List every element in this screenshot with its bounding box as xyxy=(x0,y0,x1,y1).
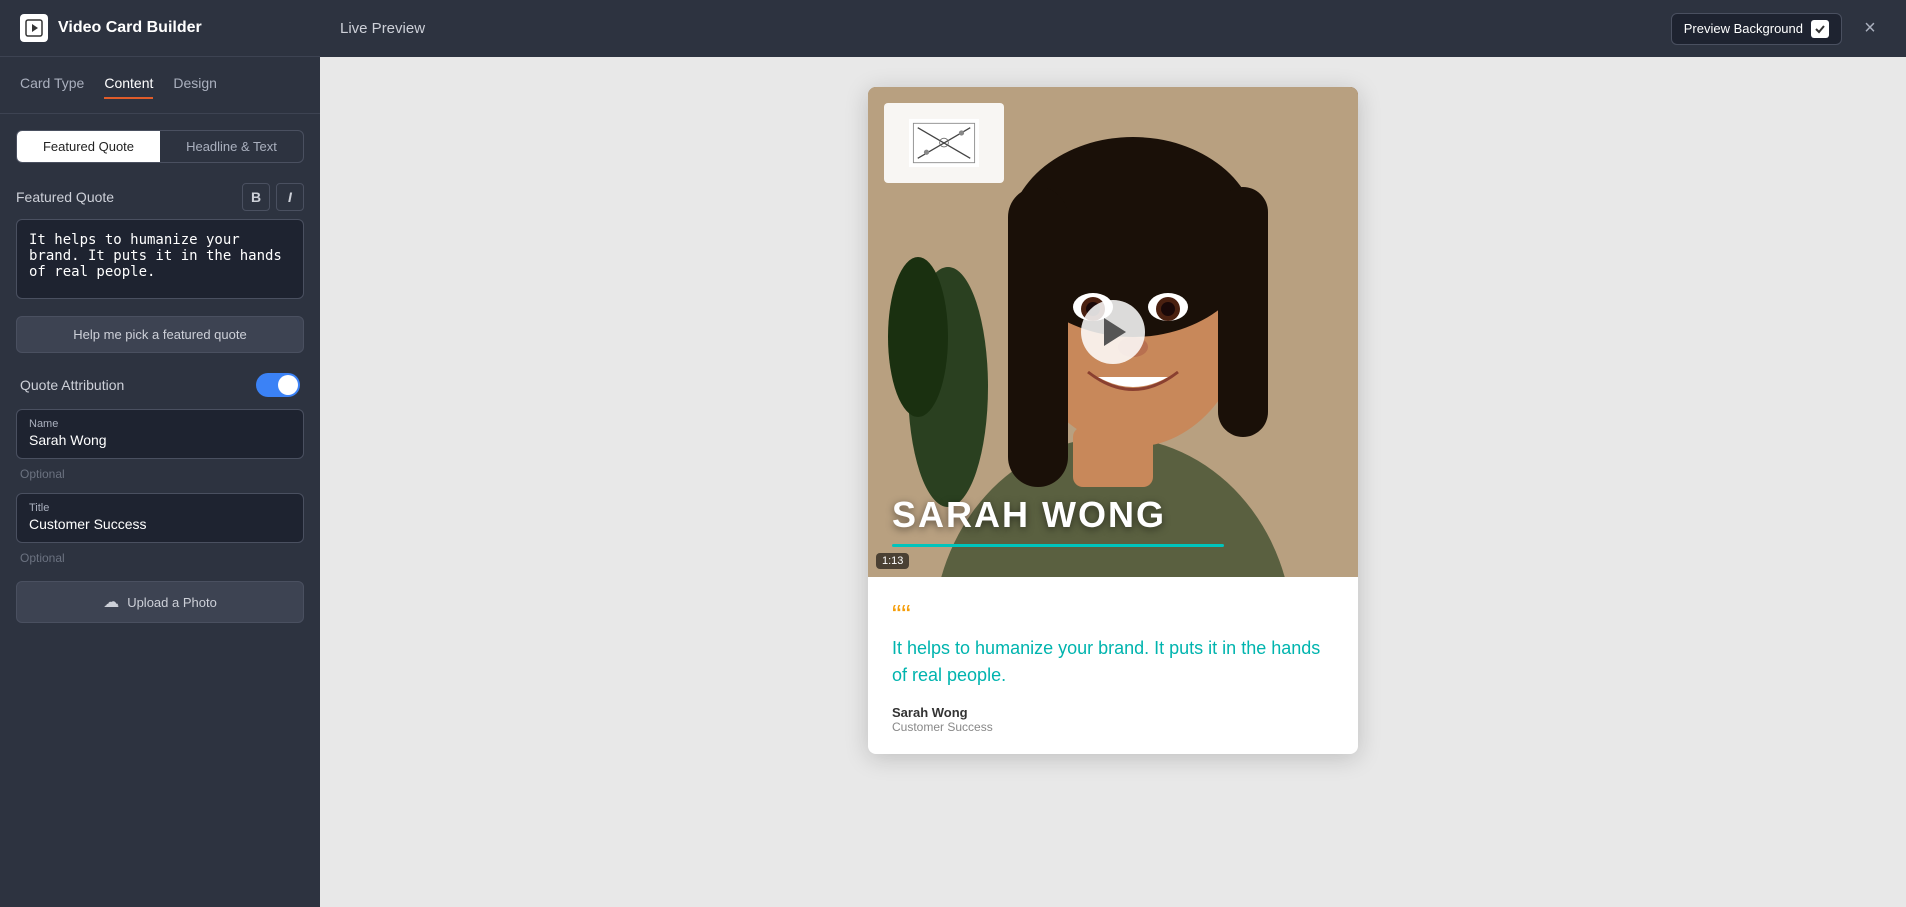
progress-bar xyxy=(892,544,1224,547)
italic-button[interactable]: I xyxy=(276,183,304,211)
preview-bg-label: Preview Background xyxy=(1684,21,1803,36)
app-logo: Video Card Builder xyxy=(20,14,202,42)
preview-bg-checkbox xyxy=(1811,20,1829,38)
name-input[interactable]: Sarah Wong xyxy=(29,432,291,448)
quote-preview-text: It helps to humanize your brand. It puts… xyxy=(892,635,1334,689)
help-quote-button[interactable]: Help me pick a featured quote xyxy=(16,316,304,353)
main-topbar: Live Preview Preview Background × xyxy=(320,0,1906,57)
quote-textarea[interactable]: It helps to humanize your brand. It puts… xyxy=(16,219,304,299)
tab-design[interactable]: Design xyxy=(173,75,217,95)
upload-cloud-icon: ☁ xyxy=(103,592,119,612)
logo-overlay xyxy=(884,103,1004,183)
logo-svg xyxy=(25,19,43,37)
name-input-group: Name Sarah Wong xyxy=(16,409,304,459)
upload-photo-button[interactable]: ☁ Upload a Photo xyxy=(16,581,304,623)
live-preview-label: Live Preview xyxy=(340,20,425,37)
tab-card-type[interactable]: Card Type xyxy=(20,75,84,95)
upload-label: Upload a Photo xyxy=(127,595,217,610)
preview-background-button[interactable]: Preview Background xyxy=(1671,13,1842,45)
tab-content[interactable]: Content xyxy=(104,75,153,95)
segment-bar: Featured Quote Headline & Text xyxy=(16,130,304,163)
checkbox-check-icon xyxy=(1814,23,1826,35)
title-optional-label: Optional xyxy=(20,551,300,565)
title-input[interactable]: Customer Success xyxy=(29,516,291,532)
attribution-name: Sarah Wong xyxy=(892,705,1334,720)
duration-badge: 1:13 xyxy=(876,553,909,569)
quote-attribution-row: Quote Attribution xyxy=(20,373,300,397)
segment-featured-quote[interactable]: Featured Quote xyxy=(17,131,160,162)
app-title: Video Card Builder xyxy=(58,19,202,37)
video-thumbnail: SARAH WONG 1:13 xyxy=(868,87,1358,577)
name-field-label: Name xyxy=(29,418,291,430)
quote-attribution-label: Quote Attribution xyxy=(20,377,124,393)
bold-button[interactable]: B xyxy=(242,183,270,211)
quote-attribution-toggle[interactable] xyxy=(256,373,300,397)
quote-mark: ““ xyxy=(892,601,1334,629)
play-button[interactable] xyxy=(1081,300,1145,364)
quote-card-section: ““ It helps to humanize your brand. It p… xyxy=(868,577,1358,754)
play-triangle-icon xyxy=(1104,318,1126,346)
app-logo-icon xyxy=(20,14,48,42)
name-overlay: SARAH WONG xyxy=(868,494,1358,547)
topbar-right: Preview Background × xyxy=(1671,13,1886,45)
title-input-group: Title Customer Success xyxy=(16,493,304,543)
format-buttons: B I xyxy=(242,183,304,211)
segment-headline-text[interactable]: Headline & Text xyxy=(160,131,303,162)
title-field-label: Title xyxy=(29,502,291,514)
preview-area: SARAH WONG 1:13 ““ It helps to humanize … xyxy=(320,57,1906,907)
company-logo xyxy=(909,118,979,168)
name-optional-label: Optional xyxy=(20,467,300,481)
video-name-text: SARAH WONG xyxy=(892,494,1334,536)
featured-quote-label: Featured Quote xyxy=(16,189,114,205)
tab-bar: Card Type Content Design xyxy=(0,57,320,114)
attribution-title: Customer Success xyxy=(892,720,1334,734)
close-button[interactable]: × xyxy=(1854,13,1886,45)
video-card: SARAH WONG 1:13 ““ It helps to humanize … xyxy=(868,87,1358,754)
